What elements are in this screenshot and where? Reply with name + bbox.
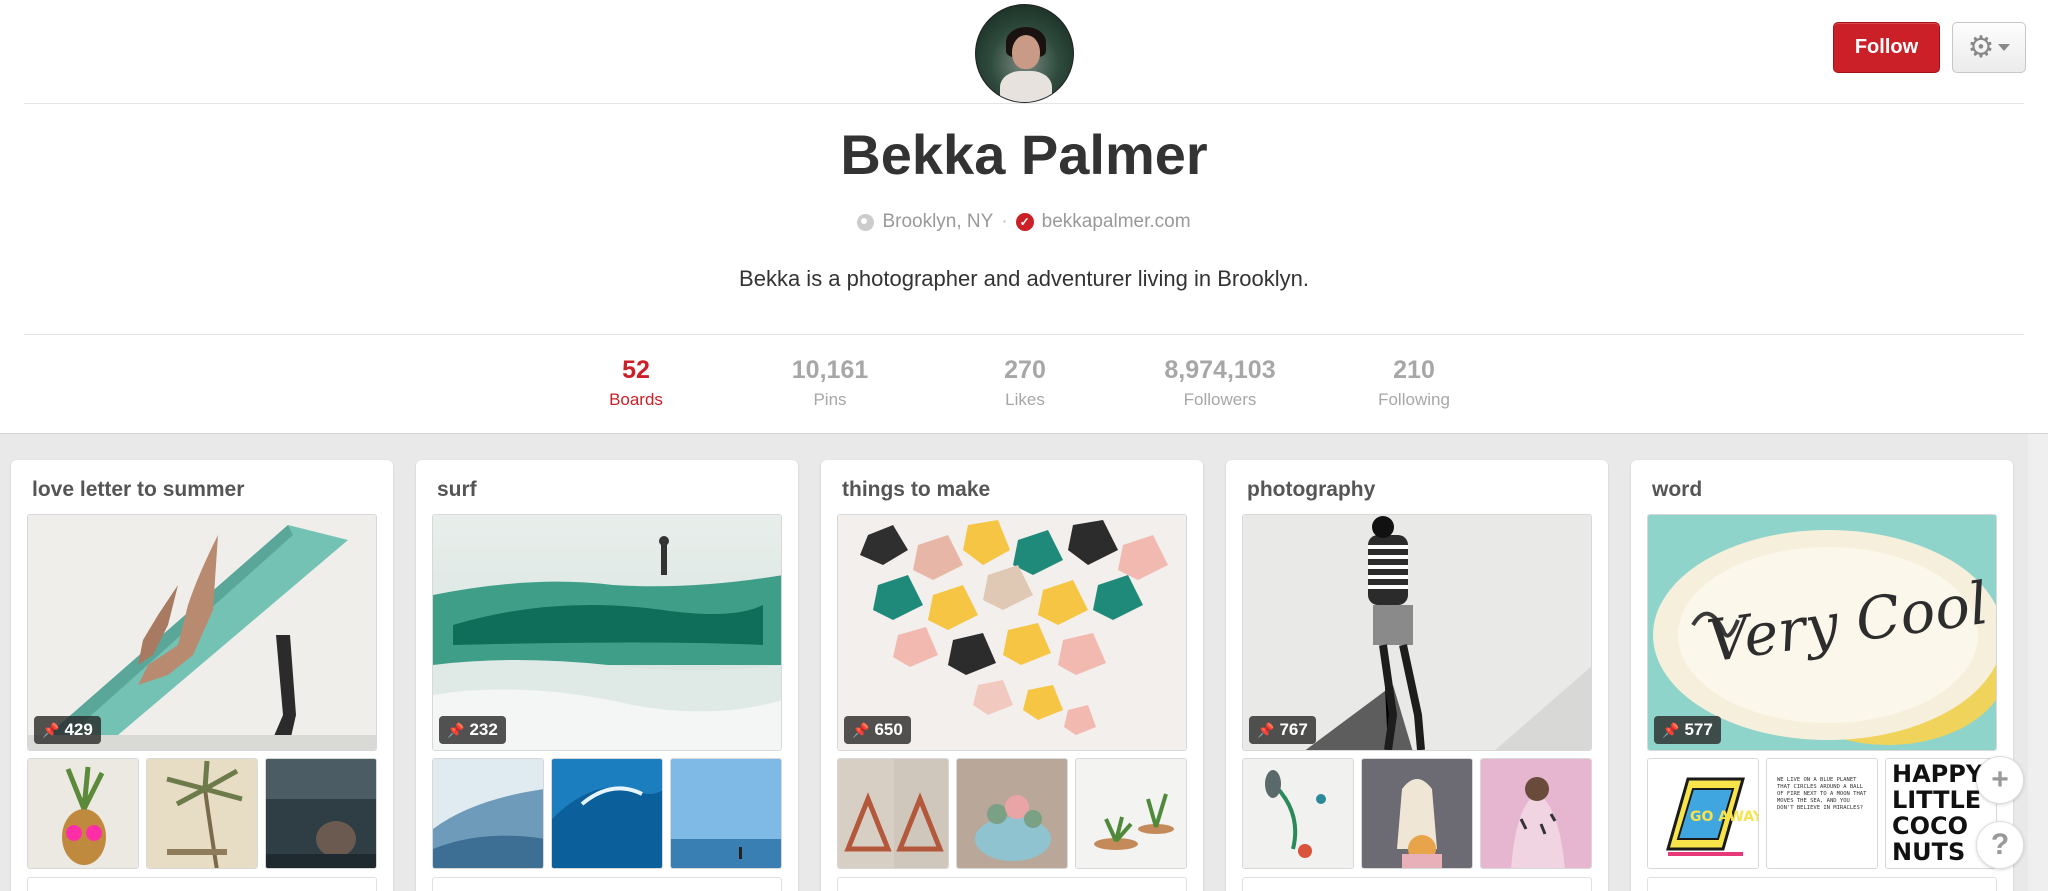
profile-bio: Bekka is a photographer and adventurer l… bbox=[739, 266, 1309, 291]
stat-following[interactable]: 210 Following bbox=[1334, 356, 1494, 410]
profile-header: Follow ⚙ Bekka Palmer Brooklyn, NY · ✓ b… bbox=[0, 0, 2048, 434]
follow-button[interactable]: Follow bbox=[1833, 22, 1940, 73]
chevron-down-icon bbox=[1998, 44, 2011, 51]
board-title: things to make bbox=[842, 478, 991, 501]
scrollbar[interactable] bbox=[2028, 434, 2048, 891]
board-thumbnail[interactable] bbox=[956, 758, 1068, 869]
add-pin-button[interactable]: + bbox=[1976, 756, 2024, 804]
pin-count-badge: 📌 577 bbox=[1654, 716, 1721, 744]
gear-icon: ⚙ bbox=[1967, 30, 1995, 64]
question-icon: ? bbox=[1990, 828, 2010, 861]
pin-count: 232 bbox=[469, 720, 498, 739]
board-thumbnail[interactable] bbox=[551, 758, 663, 869]
board-cover-image[interactable]: 📌 232 bbox=[432, 514, 782, 751]
stat-likes[interactable]: 270 Likes bbox=[945, 356, 1105, 410]
pin-icon: 📌 bbox=[852, 721, 870, 738]
profile-meta: Brooklyn, NY · ✓ bekkapalmer.com bbox=[0, 211, 2048, 233]
stat-followers[interactable]: 8,974,103 Followers bbox=[1140, 356, 1300, 410]
board-footer bbox=[837, 877, 1187, 891]
stat-label: Likes bbox=[1005, 390, 1045, 409]
board-thumbnail[interactable] bbox=[1361, 758, 1473, 869]
board-card[interactable]: word Very Cool 📌 577 GO AWAY WE LIVE ON … bbox=[1631, 460, 2013, 891]
stat-label: Followers bbox=[1183, 390, 1257, 409]
verified-icon: ✓ bbox=[1015, 213, 1034, 231]
board-cover-image[interactable]: 📌 650 bbox=[837, 514, 1187, 751]
stat-label: Following bbox=[1378, 390, 1450, 409]
board-thumbnail[interactable] bbox=[1075, 758, 1187, 869]
board-thumbnail[interactable] bbox=[837, 758, 949, 869]
avatar[interactable] bbox=[975, 4, 1074, 103]
divider bbox=[24, 334, 2024, 335]
board-title: photography bbox=[1247, 478, 1376, 501]
pin-count: 429 bbox=[64, 720, 93, 739]
profile-name: Bekka Palmer bbox=[840, 123, 1208, 186]
board-thumbnail[interactable]: GO AWAY bbox=[1647, 758, 1759, 869]
stat-pins[interactable]: 10,161 Pins bbox=[750, 356, 910, 410]
separator: · bbox=[1001, 211, 1008, 232]
board-thumbnail[interactable] bbox=[432, 758, 544, 869]
pin-count: 577 bbox=[1684, 720, 1713, 739]
board-title: word bbox=[1652, 478, 1703, 501]
board-card[interactable]: things to make 📌 650 bbox=[821, 460, 1203, 891]
divider bbox=[24, 103, 2024, 104]
pin-icon: 📌 bbox=[447, 721, 465, 738]
stat-number: 10,161 bbox=[791, 356, 869, 384]
stat-boards[interactable]: 52 Boards bbox=[556, 356, 716, 410]
location-text: Brooklyn, NY bbox=[882, 211, 994, 232]
stat-number: 210 bbox=[1393, 356, 1435, 384]
board-card[interactable]: surf 📌 232 bbox=[416, 460, 798, 891]
stat-label: Boards bbox=[609, 390, 663, 409]
board-card[interactable]: love letter to summer 📌 429 bbox=[11, 460, 393, 891]
stat-number: 8,974,103 bbox=[1164, 356, 1276, 384]
board-footer bbox=[1647, 877, 1997, 891]
board-thumbnail[interactable] bbox=[1242, 758, 1354, 869]
board-thumbnail[interactable] bbox=[146, 758, 258, 869]
board-thumbnail[interactable]: WE LIVE ON A BLUE PLANET THAT CIRCLES AR… bbox=[1766, 758, 1878, 869]
note-text: WE LIVE ON A BLUE PLANET THAT CIRCLES AR… bbox=[1777, 777, 1867, 811]
board-cover-image[interactable]: Very Cool 📌 577 bbox=[1647, 514, 1997, 751]
board-cover-image[interactable]: 📌 429 bbox=[27, 514, 377, 751]
board-thumbnail[interactable] bbox=[1480, 758, 1592, 869]
pin-icon: 📌 bbox=[42, 721, 60, 738]
stat-number: 270 bbox=[1004, 356, 1046, 384]
website-link[interactable]: bekkapalmer.com bbox=[1042, 211, 1191, 233]
board-card[interactable]: photography 📌 767 bbox=[1226, 460, 1608, 891]
stat-label: Pins bbox=[813, 390, 847, 409]
pin-icon: 📌 bbox=[1662, 721, 1680, 738]
location-icon bbox=[857, 213, 875, 231]
board-footer bbox=[432, 877, 782, 891]
pin-count-badge: 📌 650 bbox=[844, 716, 911, 744]
board-thumbnail[interactable] bbox=[27, 758, 139, 869]
pin-count-badge: 📌 429 bbox=[34, 716, 101, 744]
plus-icon: + bbox=[1991, 763, 2009, 796]
pin-count-badge: 📌 767 bbox=[1249, 716, 1316, 744]
board-thumbnail[interactable] bbox=[265, 758, 377, 869]
settings-button[interactable]: ⚙ bbox=[1952, 22, 2026, 73]
sign-text: GO AWAY bbox=[1690, 809, 1759, 825]
board-footer bbox=[1242, 877, 1592, 891]
stat-number: 52 bbox=[622, 356, 650, 384]
board-cover-image[interactable]: 📌 767 bbox=[1242, 514, 1592, 751]
pin-count-badge: 📌 232 bbox=[439, 716, 506, 744]
help-button[interactable]: ? bbox=[1976, 821, 2024, 869]
board-title: surf bbox=[437, 478, 477, 501]
board-thumbnail[interactable] bbox=[670, 758, 782, 869]
pin-icon: 📌 bbox=[1257, 721, 1275, 738]
board-footer bbox=[27, 877, 377, 891]
pin-count: 767 bbox=[1279, 720, 1308, 739]
pin-count: 650 bbox=[874, 720, 903, 739]
board-title: love letter to summer bbox=[32, 478, 245, 501]
